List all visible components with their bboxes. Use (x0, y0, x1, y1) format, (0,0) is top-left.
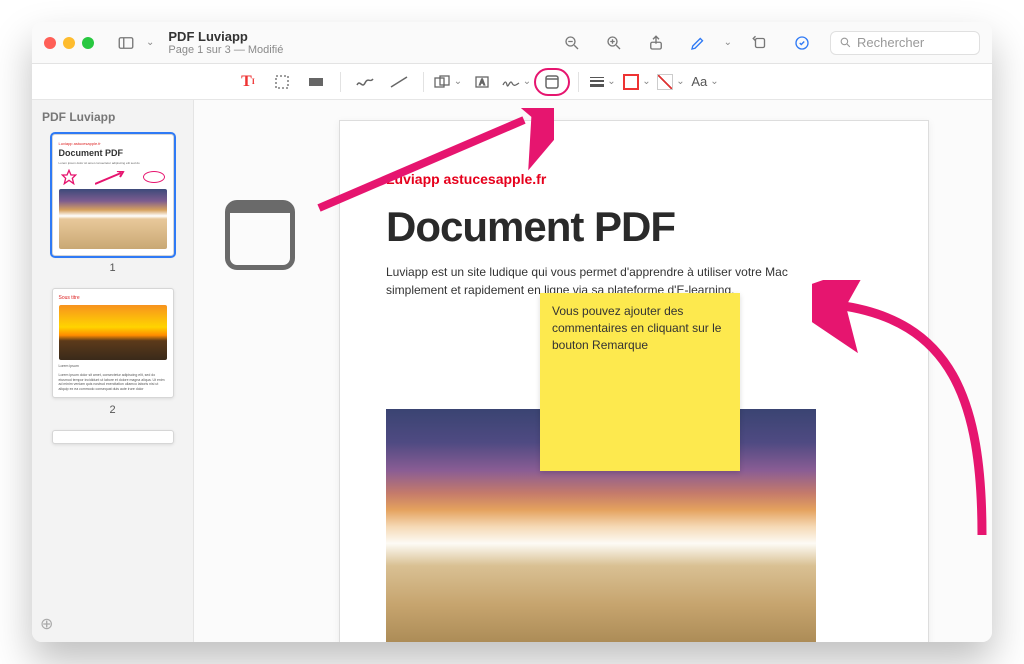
view-menu-chevron-icon[interactable]: ⌄ (146, 37, 154, 48)
line-style-tool[interactable]: ⌄ (587, 69, 619, 95)
share-button[interactable] (642, 29, 670, 57)
thumb-number-2: 2 (42, 404, 183, 416)
titlebar: ⌄ PDF Luviapp Page 1 sur 3 — Modifié ⌄ (32, 22, 992, 64)
document-subtitle: Page 1 sur 3 — Modifié (168, 44, 283, 56)
close-window-button[interactable] (44, 37, 56, 49)
draw-tool[interactable] (383, 69, 415, 95)
page-thumbnail-3[interactable] (52, 430, 174, 444)
zoom-out-button[interactable] (558, 29, 586, 57)
page-thumbnail-2[interactable]: Sous titre Lorem ipsumLorem ipsum dolor … (52, 288, 174, 398)
app-window: ⌄ PDF Luviapp Page 1 sur 3 — Modifié ⌄ (32, 22, 992, 642)
fill-color-tool[interactable]: ⌄ (655, 69, 687, 95)
zoom-in-button[interactable] (600, 29, 628, 57)
rect-selection-tool[interactable] (266, 69, 298, 95)
sketch-tool[interactable] (349, 69, 381, 95)
text-selection-tool[interactable]: TI (232, 69, 264, 95)
note-icon-large (225, 200, 295, 270)
body: PDF Luviapp Luviapp astucesapple.fr Docu… (32, 100, 992, 642)
border-color-tool[interactable]: ⌄ (621, 69, 653, 95)
redact-tool[interactable] (300, 69, 332, 95)
markup-button[interactable] (684, 29, 712, 57)
textbox-tool[interactable]: A (466, 69, 498, 95)
page-thumbnail-1[interactable]: Luviapp astucesapple.fr Document PDF Lor… (52, 134, 174, 256)
search-field[interactable]: Rechercher (830, 31, 980, 55)
rotate-button[interactable] (746, 29, 774, 57)
search-icon (839, 36, 852, 49)
pdf-page-1: Luviapp astucesapple.fr Document PDF Luv… (339, 120, 929, 642)
thumb-number-1: 1 (42, 262, 183, 274)
highlight-button[interactable] (788, 29, 816, 57)
page-header-link: Luviapp astucesapple.fr (386, 171, 882, 187)
sidebar-toggle-button[interactable] (112, 31, 140, 55)
page-heading: Document PDF (386, 203, 882, 251)
add-page-button[interactable]: ⊕ (40, 614, 53, 634)
minimize-window-button[interactable] (63, 37, 75, 49)
star-icon (61, 169, 77, 185)
sticky-note[interactable]: Vous pouvez ajouter des commentaires en … (540, 293, 740, 471)
arrow-icon (95, 171, 125, 185)
thumb-image-1 (59, 189, 167, 249)
thumb-image-2 (59, 305, 167, 360)
oval-icon (143, 171, 165, 183)
traffic-lights (44, 37, 94, 49)
text-style-tool[interactable]: Aa⌄ (689, 69, 721, 95)
maximize-window-button[interactable] (82, 37, 94, 49)
title-block: PDF Luviapp Page 1 sur 3 — Modifié (168, 29, 283, 56)
markup-menu-chevron-icon[interactable]: ⌄ (724, 37, 732, 48)
note-tool[interactable] (534, 68, 570, 96)
sidebar-title: PDF Luviapp (42, 110, 183, 124)
markup-toolbar: TI ⌄ A ⌄ ⌄ ⌄ ⌄ Aa⌄ (32, 64, 992, 100)
shapes-tool[interactable]: ⌄ (432, 69, 464, 95)
search-placeholder: Rechercher (857, 35, 924, 50)
document-canvas[interactable]: Luviapp astucesapple.fr Document PDF Luv… (194, 100, 992, 642)
document-title: PDF Luviapp (168, 29, 283, 44)
thumbnails-sidebar: PDF Luviapp Luviapp astucesapple.fr Docu… (32, 100, 194, 642)
svg-text:A: A (479, 78, 485, 87)
toolbar-actions: ⌄ Rechercher (558, 29, 980, 57)
sign-tool[interactable]: ⌄ (500, 69, 532, 95)
